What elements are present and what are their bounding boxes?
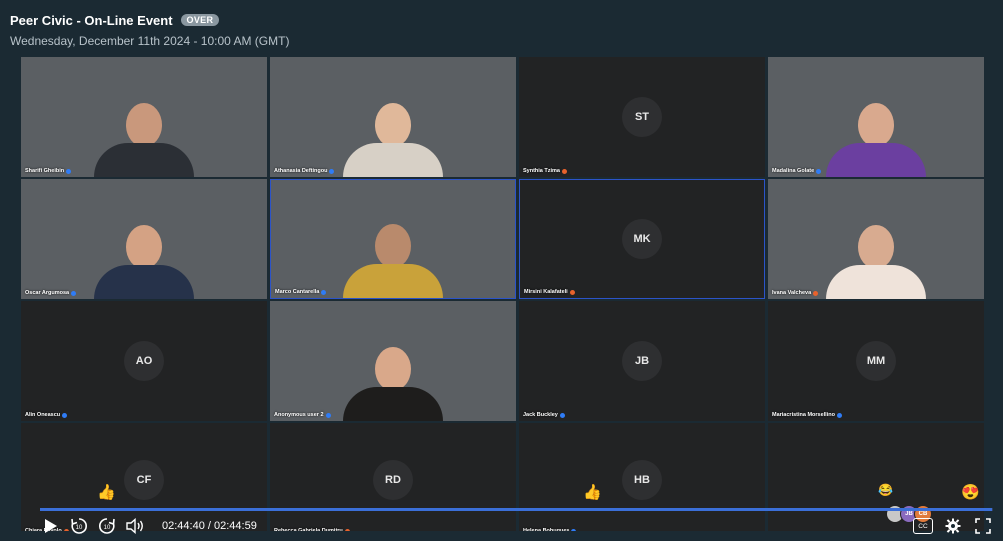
status-dot-icon <box>561 168 567 174</box>
participant-name-tag: Mariacristina Morsellino <box>772 412 842 418</box>
status-dot-icon <box>325 412 331 418</box>
status-dot-icon <box>569 289 575 295</box>
forward-10-icon: 10 <box>99 518 115 534</box>
participant-name: Madalina Golate <box>772 168 815 174</box>
participant-grid: Sharifi Gheibin Athanasia Deftingou ST Synt… <box>21 57 986 531</box>
participant-tile[interactable]: Ivana Valcheva <box>768 179 984 299</box>
play-icon <box>45 519 57 533</box>
participant-name-tag: Ivana Valcheva <box>772 290 819 296</box>
event-title: Peer Civic - On-Line Event <box>10 12 173 28</box>
speaker-icon <box>126 518 143 534</box>
participant-tile[interactable]: Oscar Argumosa <box>21 179 267 299</box>
participant-tile[interactable]: ST Synthia Tzima <box>519 57 765 177</box>
event-header: Peer Civic - On-Line Event OVER Wednesda… <box>10 11 993 49</box>
participant-video <box>826 103 926 177</box>
participant-name: Mariacristina Morsellino <box>772 412 835 418</box>
participant-tile[interactable]: MM Mariacristina Morsellino <box>768 301 984 421</box>
participant-name: Alin Oneascu <box>25 412 61 418</box>
participant-avatar: CF <box>124 460 164 500</box>
participant-video <box>343 224 443 298</box>
gear-icon <box>945 518 961 534</box>
participant-video <box>343 347 443 421</box>
current-time: 02:44:40 <box>162 520 205 532</box>
participant-name-tag: Oscar Argumosa <box>25 290 77 296</box>
participant-name: Anonymous user 2 <box>274 412 324 418</box>
participant-video <box>94 103 194 177</box>
event-datetime: Wednesday, December 11th 2024 - 10:00 AM… <box>10 34 290 48</box>
play-button[interactable] <box>40 515 62 537</box>
fullscreen-button[interactable] <box>973 516 993 536</box>
participant-tile[interactable]: Athanasia Deftingou <box>270 57 516 177</box>
participant-tile[interactable]: Madalina Golate <box>768 57 984 177</box>
time-display: 02:44:40 / 02:44:59 <box>162 520 257 532</box>
participant-name: Athanasia Deftingou <box>274 168 328 174</box>
participant-name: Sharifi Gheibin <box>25 168 65 174</box>
participant-video <box>343 103 443 177</box>
status-dot-icon <box>836 412 842 418</box>
participant-avatar: AO <box>124 341 164 381</box>
cc-label: CC <box>918 522 928 530</box>
player-controls: 10 10 02:44:40 / 02:44:59 CC <box>40 514 993 538</box>
participant-avatar: HB <box>622 460 662 500</box>
settings-button[interactable] <box>943 516 963 536</box>
participant-name-tag: Sharifi Gheibin <box>25 168 72 174</box>
participant-tile[interactable]: Anonymous user 2 <box>270 301 516 421</box>
laughing-emoji-icon: 😂 <box>878 483 893 497</box>
participant-tile[interactable]: MK Mirsini Kalafateli <box>519 179 765 299</box>
participant-name-tag: Jack Buckley <box>523 412 565 418</box>
participant-tile[interactable]: Marco Cantarella <box>270 179 516 299</box>
heart-eyes-emoji-icon: 😍 <box>961 484 980 501</box>
participant-name-tag: Alin Oneascu <box>25 412 68 418</box>
participant-avatar: MM <box>856 341 896 381</box>
participant-name-tag: Mirsini Kalafateli <box>524 289 575 295</box>
participant-video <box>94 225 194 299</box>
status-dot-icon <box>559 412 565 418</box>
participant-name-tag: Synthia Tzima <box>523 168 567 174</box>
thumbs-up-icon: 👍 <box>583 484 602 501</box>
participant-name: Ivana Valcheva <box>772 290 812 296</box>
progress-fill <box>40 508 992 511</box>
thumbs-up-icon: 👍 <box>97 484 116 501</box>
skip-forward-button[interactable]: 10 <box>96 515 118 537</box>
fullscreen-icon <box>975 518 991 534</box>
status-dot-icon <box>71 290 77 296</box>
status-dot-icon <box>66 168 72 174</box>
status-dot-icon <box>816 168 822 174</box>
skip-forward-label: 10 <box>104 525 111 531</box>
status-dot-icon <box>813 290 819 296</box>
time-separator: / <box>204 520 214 532</box>
participant-name: Marco Cantarella <box>275 289 320 295</box>
participant-avatar: MK <box>622 219 662 259</box>
participant-tile[interactable]: JB Jack Buckley <box>519 301 765 421</box>
total-time: 02:44:59 <box>214 520 257 532</box>
participant-video <box>826 225 926 299</box>
skip-back-button[interactable]: 10 <box>68 515 90 537</box>
participant-avatar: RD <box>373 460 413 500</box>
participant-name: Jack Buckley <box>523 412 558 418</box>
status-dot-icon <box>329 168 335 174</box>
participant-name-tag: Madalina Golate <box>772 168 822 174</box>
captions-button[interactable]: CC <box>913 518 933 534</box>
participant-tile[interactable]: Sharifi Gheibin <box>21 57 267 177</box>
participant-name: Mirsini Kalafateli <box>524 289 568 295</box>
rewind-10-icon: 10 <box>71 518 87 534</box>
participant-name: Synthia Tzima <box>523 168 560 174</box>
participant-avatar: JB <box>622 341 662 381</box>
status-dot-icon <box>62 412 68 418</box>
participant-name-tag: Anonymous user 2 <box>274 412 331 418</box>
progress-bar[interactable] <box>40 508 993 511</box>
status-badge: OVER <box>180 14 220 26</box>
skip-back-label: 10 <box>76 525 83 531</box>
volume-button[interactable] <box>124 515 146 537</box>
participant-name-tag: Marco Cantarella <box>275 289 327 295</box>
participant-avatar: ST <box>622 97 662 137</box>
participant-name-tag: Athanasia Deftingou <box>274 168 335 174</box>
participant-name: Oscar Argumosa <box>25 290 70 296</box>
participant-tile[interactable]: AO Alin Oneascu <box>21 301 267 421</box>
status-dot-icon <box>321 289 327 295</box>
